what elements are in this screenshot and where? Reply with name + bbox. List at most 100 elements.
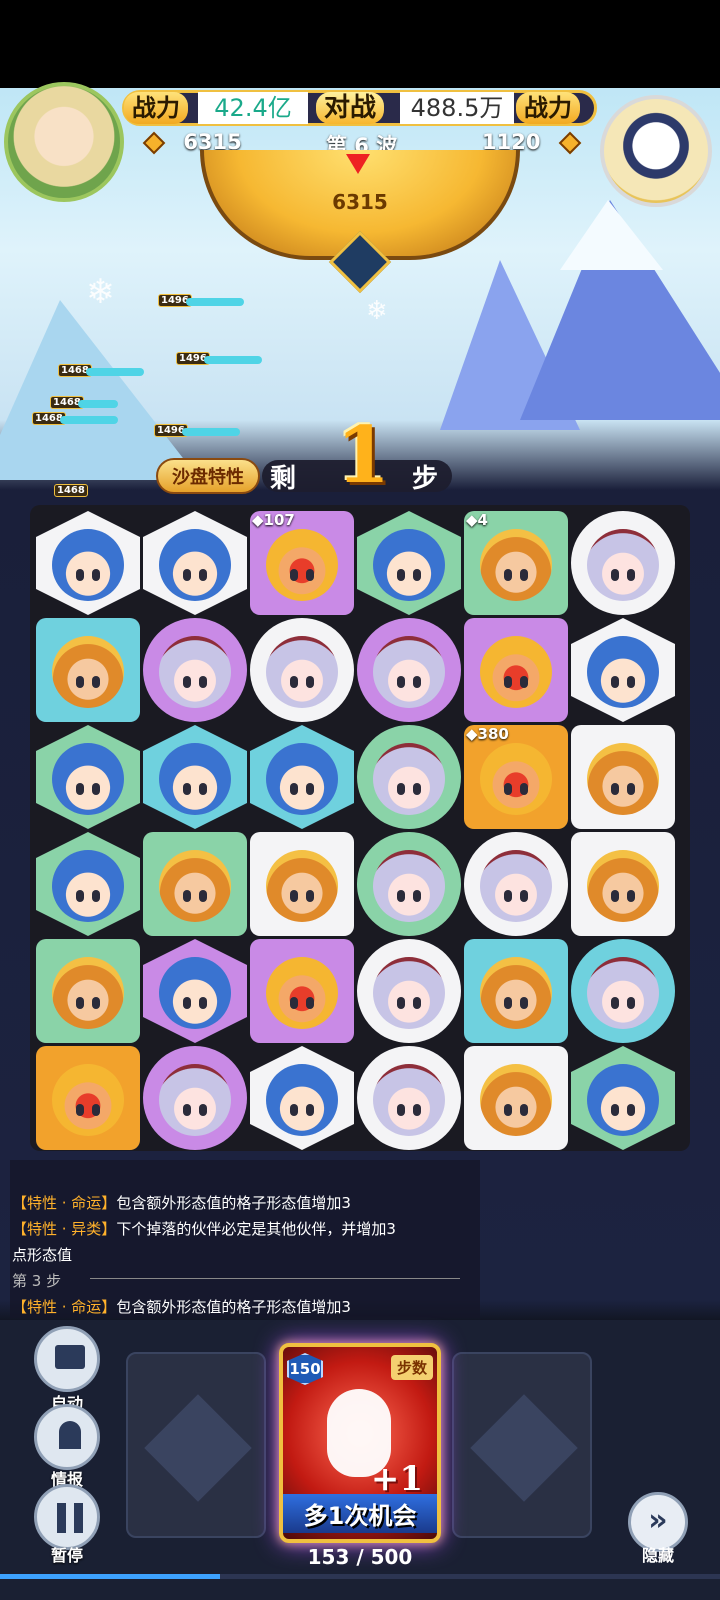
eye bbox=[183, 997, 191, 1009]
board-cell[interactable] bbox=[357, 832, 461, 936]
board-cell[interactable] bbox=[36, 618, 140, 722]
eye bbox=[627, 997, 635, 1009]
redmask-hero-icon bbox=[480, 743, 552, 815]
eye bbox=[504, 569, 512, 581]
board-cell[interactable]: ◆380 bbox=[464, 725, 568, 829]
eye bbox=[627, 783, 635, 795]
info-button[interactable] bbox=[34, 1404, 100, 1470]
eye bbox=[183, 676, 191, 688]
monkey-hero-icon bbox=[52, 636, 124, 708]
diamond-icon bbox=[142, 131, 166, 155]
eye bbox=[290, 997, 298, 1009]
eye bbox=[306, 783, 314, 795]
board-cell[interactable] bbox=[250, 618, 354, 722]
board-cell[interactable] bbox=[571, 1046, 675, 1150]
board-cell[interactable] bbox=[143, 511, 247, 615]
monkey-hero-icon bbox=[480, 957, 552, 1029]
monkey-hero-icon bbox=[266, 850, 338, 922]
log-text: 包含额外形态值的格子形态值增加3 bbox=[116, 1298, 351, 1316]
empty-card-slot[interactable] bbox=[126, 1352, 266, 1538]
left-power-value: 42.4亿 bbox=[198, 92, 308, 124]
enemy-avatar[interactable] bbox=[600, 95, 712, 207]
blue-hero-icon bbox=[587, 1064, 659, 1136]
board-cell[interactable] bbox=[250, 1046, 354, 1150]
eye bbox=[290, 783, 298, 795]
board-cell[interactable] bbox=[357, 725, 461, 829]
eye bbox=[199, 997, 207, 1009]
eye bbox=[504, 890, 512, 902]
eye bbox=[199, 676, 207, 688]
board-cell[interactable] bbox=[250, 832, 354, 936]
redmask-hero-icon bbox=[266, 957, 338, 1029]
sandbox-trait-button[interactable]: 沙盘特性 bbox=[156, 458, 260, 494]
redmask-hero-icon bbox=[480, 636, 552, 708]
blue-hero-icon bbox=[159, 957, 231, 1029]
pause-button[interactable] bbox=[34, 1484, 100, 1550]
auto-button[interactable] bbox=[34, 1326, 100, 1392]
board-cell[interactable] bbox=[250, 939, 354, 1043]
board-cell[interactable] bbox=[357, 939, 461, 1043]
board-cell[interactable] bbox=[571, 511, 675, 615]
board-cell[interactable] bbox=[571, 939, 675, 1043]
eye bbox=[290, 890, 298, 902]
log-step-label: 第 3 步 bbox=[12, 1272, 62, 1290]
board-cell[interactable] bbox=[571, 618, 675, 722]
eye bbox=[611, 783, 619, 795]
snowflake-icon: ❄ bbox=[366, 296, 388, 326]
eye bbox=[611, 676, 619, 688]
blue-hero-icon bbox=[52, 850, 124, 922]
eye bbox=[413, 1104, 421, 1116]
bunny-hero-icon bbox=[373, 636, 445, 708]
progress-text: 153 / 500 bbox=[307, 1545, 413, 1569]
diamond-icon bbox=[558, 131, 582, 155]
bunny-hero-icon bbox=[480, 850, 552, 922]
board-cell[interactable] bbox=[357, 511, 461, 615]
eye bbox=[199, 569, 207, 581]
board-cell[interactable] bbox=[36, 725, 140, 829]
eye bbox=[504, 1104, 512, 1116]
right-power-label: 战力 bbox=[516, 92, 580, 124]
bunny-hero-icon bbox=[587, 529, 659, 601]
board-cell[interactable] bbox=[464, 1046, 568, 1150]
board-cell[interactable] bbox=[357, 1046, 461, 1150]
card-level: 150 bbox=[287, 1353, 323, 1385]
eye bbox=[199, 1104, 207, 1116]
bunny-hero-icon bbox=[266, 636, 338, 708]
board-cell[interactable] bbox=[571, 832, 675, 936]
player-avatar[interactable] bbox=[4, 82, 124, 202]
board-cell[interactable] bbox=[464, 832, 568, 936]
board-cell[interactable]: ◆4 bbox=[464, 511, 568, 615]
board-cell[interactable] bbox=[143, 618, 247, 722]
board-cell[interactable] bbox=[357, 618, 461, 722]
board-cell[interactable] bbox=[36, 939, 140, 1043]
skill-card[interactable]: 150 步数 +1 多1次机会 bbox=[279, 1343, 441, 1543]
board-cell[interactable] bbox=[464, 939, 568, 1043]
bunny-hero-icon bbox=[159, 636, 231, 708]
board-cell[interactable]: ◆107 bbox=[250, 511, 354, 615]
board-cell[interactable] bbox=[143, 939, 247, 1043]
eye bbox=[520, 783, 528, 795]
eye bbox=[504, 783, 512, 795]
eye bbox=[520, 997, 528, 1009]
board-cell[interactable] bbox=[36, 832, 140, 936]
snow-cap bbox=[560, 200, 663, 270]
board-cell[interactable] bbox=[143, 832, 247, 936]
eye bbox=[520, 569, 528, 581]
dial-pointer-icon bbox=[346, 154, 370, 174]
board-cell[interactable] bbox=[143, 1046, 247, 1150]
empty-card-slot[interactable] bbox=[452, 1352, 592, 1538]
board-cell[interactable] bbox=[250, 725, 354, 829]
board-cell[interactable] bbox=[571, 725, 675, 829]
eye bbox=[92, 997, 100, 1009]
blue-hero-icon bbox=[159, 529, 231, 601]
left-power-label: 战力 bbox=[124, 92, 188, 124]
board-cell[interactable] bbox=[36, 511, 140, 615]
bunny-hero-icon bbox=[373, 743, 445, 815]
slot-star-icon bbox=[144, 1394, 252, 1502]
eye bbox=[504, 997, 512, 1009]
eye bbox=[76, 676, 84, 688]
board-cell[interactable] bbox=[143, 725, 247, 829]
eye bbox=[290, 676, 298, 688]
board-cell[interactable] bbox=[464, 618, 568, 722]
board-cell[interactable] bbox=[36, 1046, 140, 1150]
